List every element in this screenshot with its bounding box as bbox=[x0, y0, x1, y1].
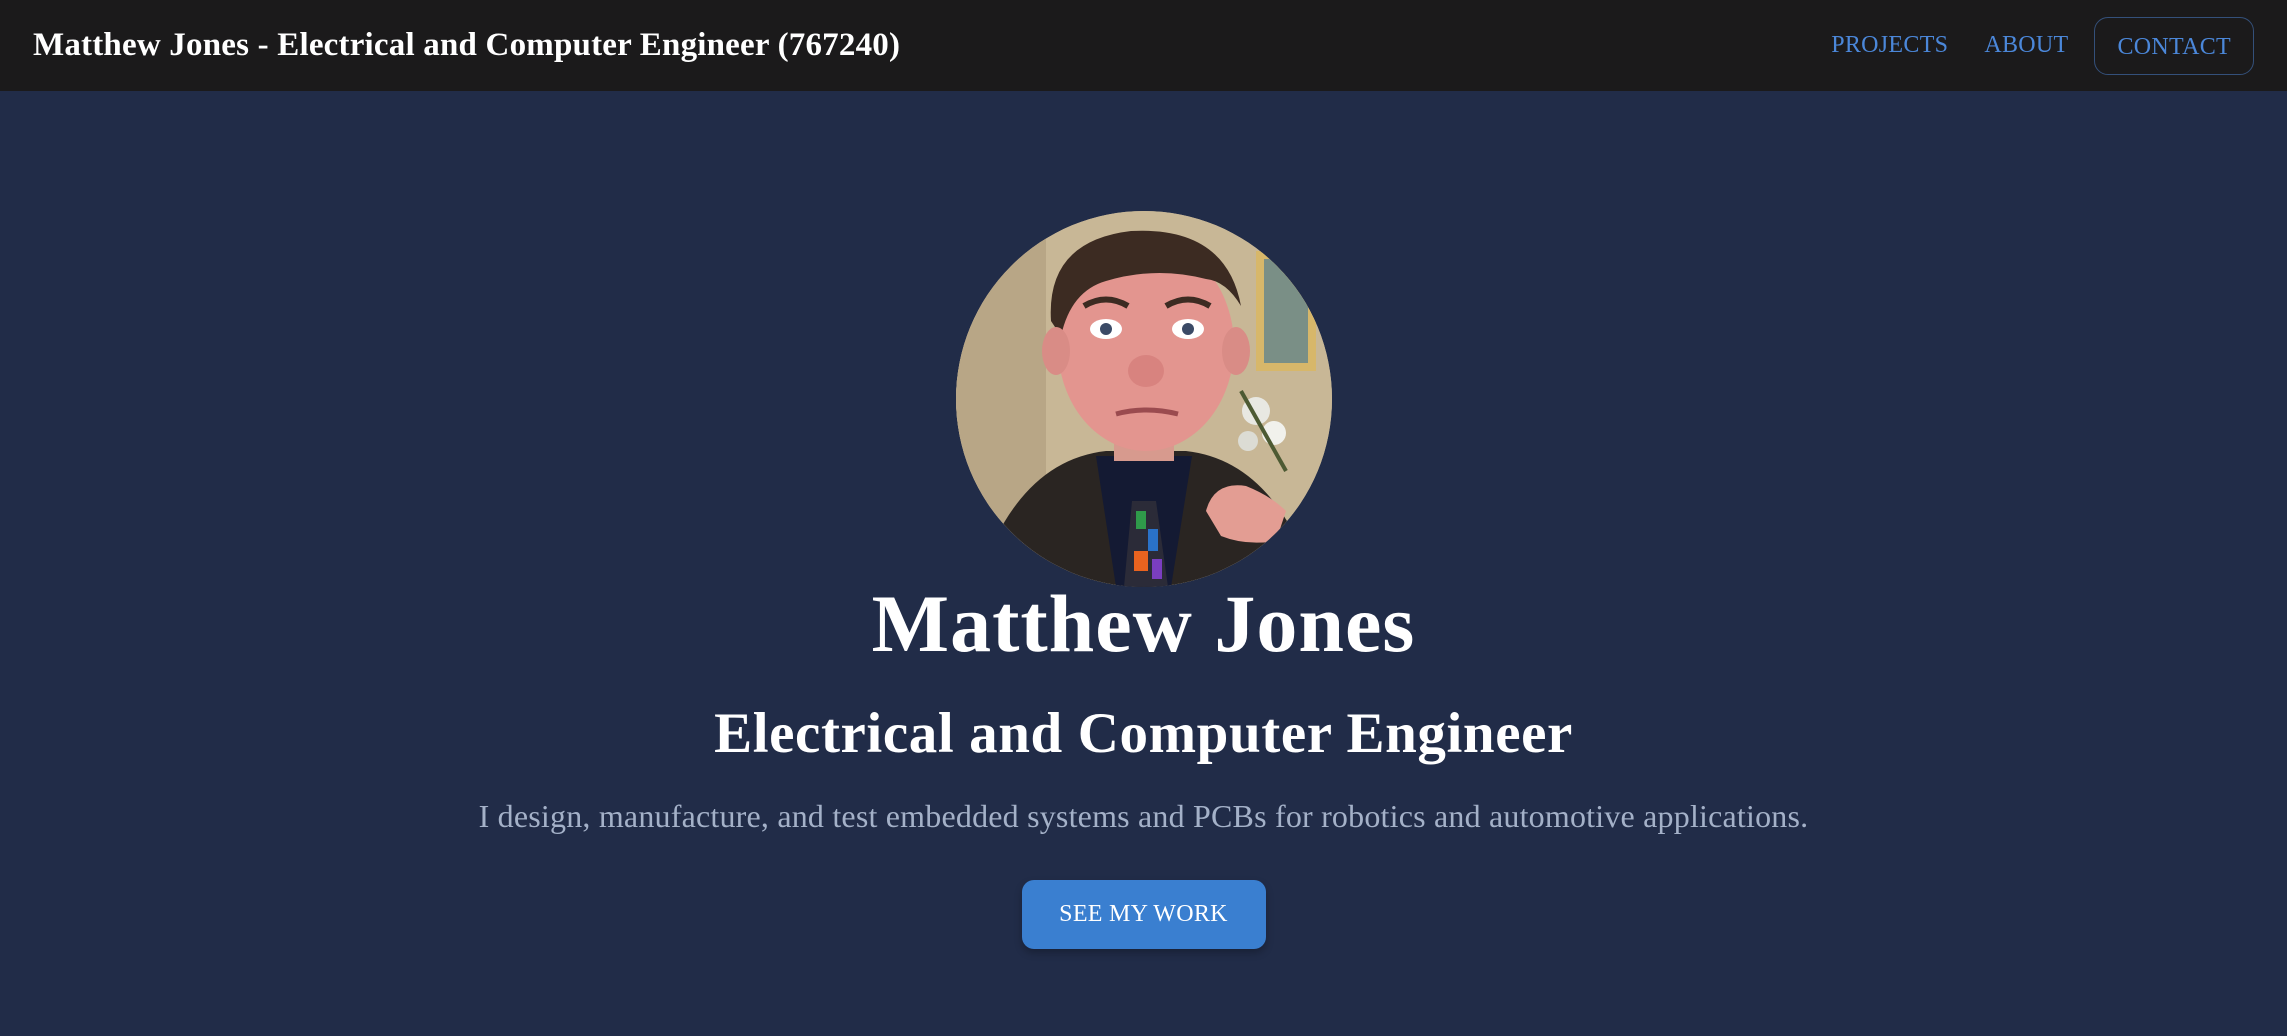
see-my-work-button[interactable]: SEE MY WORK bbox=[1021, 880, 1266, 949]
nav-contact-button[interactable]: CONTACT bbox=[2094, 16, 2254, 75]
profile-photo-illustration bbox=[955, 211, 1332, 587]
site-title[interactable]: Matthew Jones - Electrical and Computer … bbox=[33, 27, 900, 64]
nav-link-about[interactable]: ABOUT bbox=[1966, 32, 2086, 59]
profile-photo bbox=[955, 211, 1332, 587]
hero-section: Matthew Jones Electrical and Computer En… bbox=[0, 91, 2287, 1036]
hero-tagline: I design, manufacture, and test embedded… bbox=[478, 798, 1809, 834]
main-nav: PROJECTS ABOUT CONTACT bbox=[1813, 16, 2254, 75]
nav-link-projects[interactable]: PROJECTS bbox=[1813, 32, 1966, 59]
hero-role: Electrical and Computer Engineer bbox=[714, 702, 1573, 765]
top-navbar: Matthew Jones - Electrical and Computer … bbox=[0, 0, 2287, 91]
hero-name: Matthew Jones bbox=[871, 578, 1416, 669]
